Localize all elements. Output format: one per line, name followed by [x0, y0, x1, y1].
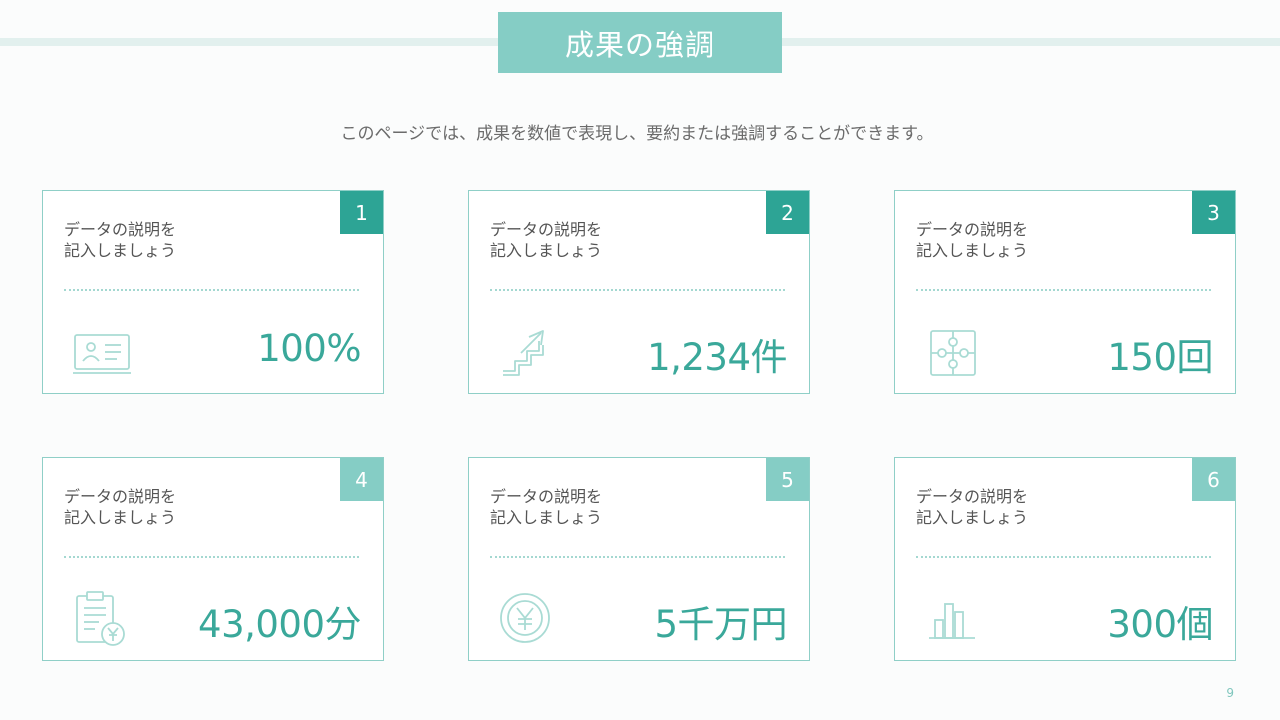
- yen-coin-icon: [497, 590, 559, 652]
- card-number-badge: 5: [766, 458, 809, 501]
- card-description: データの説明を 記入しましょう: [916, 487, 1029, 527]
- card-number-badge: 4: [340, 458, 383, 501]
- card-number-badge: 6: [1192, 458, 1235, 501]
- dotted-divider: [916, 556, 1211, 558]
- id-card-icon: [71, 323, 133, 385]
- dotted-divider: [490, 556, 785, 558]
- growth-stairs-icon: [497, 323, 559, 385]
- card-description: データの説明を 記入しましょう: [490, 487, 603, 527]
- page-title: 成果の強調: [498, 12, 782, 73]
- page-subtitle: このページでは、成果を数値で表現し、要約または強調することができます。: [340, 124, 934, 144]
- card-number-badge: 2: [766, 191, 809, 234]
- stat-card-2: 2 データの説明を 記入しましょう 1,234件: [468, 190, 810, 394]
- stat-card-5: 5 データの説明を 記入しましょう 5千万円: [468, 457, 810, 661]
- card-value: 43,000分: [198, 603, 361, 646]
- stat-card-6: 6 データの説明を 記入しましょう 300個: [894, 457, 1236, 661]
- page-number: 9: [1226, 686, 1234, 700]
- stat-card-4: 4 データの説明を 記入しましょう 43,000分: [42, 457, 384, 661]
- card-value: 100%: [257, 327, 361, 370]
- dotted-divider: [64, 556, 359, 558]
- stat-card-1: 1 データの説明を 記入しましょう 100%: [42, 190, 384, 394]
- card-value: 300個: [1107, 603, 1213, 646]
- card-value: 150回: [1107, 336, 1213, 379]
- puzzle-icon: [923, 323, 985, 385]
- clipboard-yen-icon: [71, 590, 133, 652]
- dotted-divider: [64, 289, 359, 291]
- card-description: データの説明を 記入しましょう: [490, 220, 603, 260]
- dotted-divider: [490, 289, 785, 291]
- card-number-badge: 3: [1192, 191, 1235, 234]
- bar-chart-icon: [923, 590, 985, 652]
- dotted-divider: [916, 289, 1211, 291]
- card-description: データの説明を 記入しましょう: [64, 487, 177, 527]
- card-number-badge: 1: [340, 191, 383, 234]
- stat-card-3: 3 データの説明を 記入しましょう 150回: [894, 190, 1236, 394]
- card-description: データの説明を 記入しましょう: [64, 220, 177, 260]
- card-value: 1,234件: [647, 336, 787, 379]
- card-value: 5千万円: [654, 603, 787, 646]
- card-description: データの説明を 記入しましょう: [916, 220, 1029, 260]
